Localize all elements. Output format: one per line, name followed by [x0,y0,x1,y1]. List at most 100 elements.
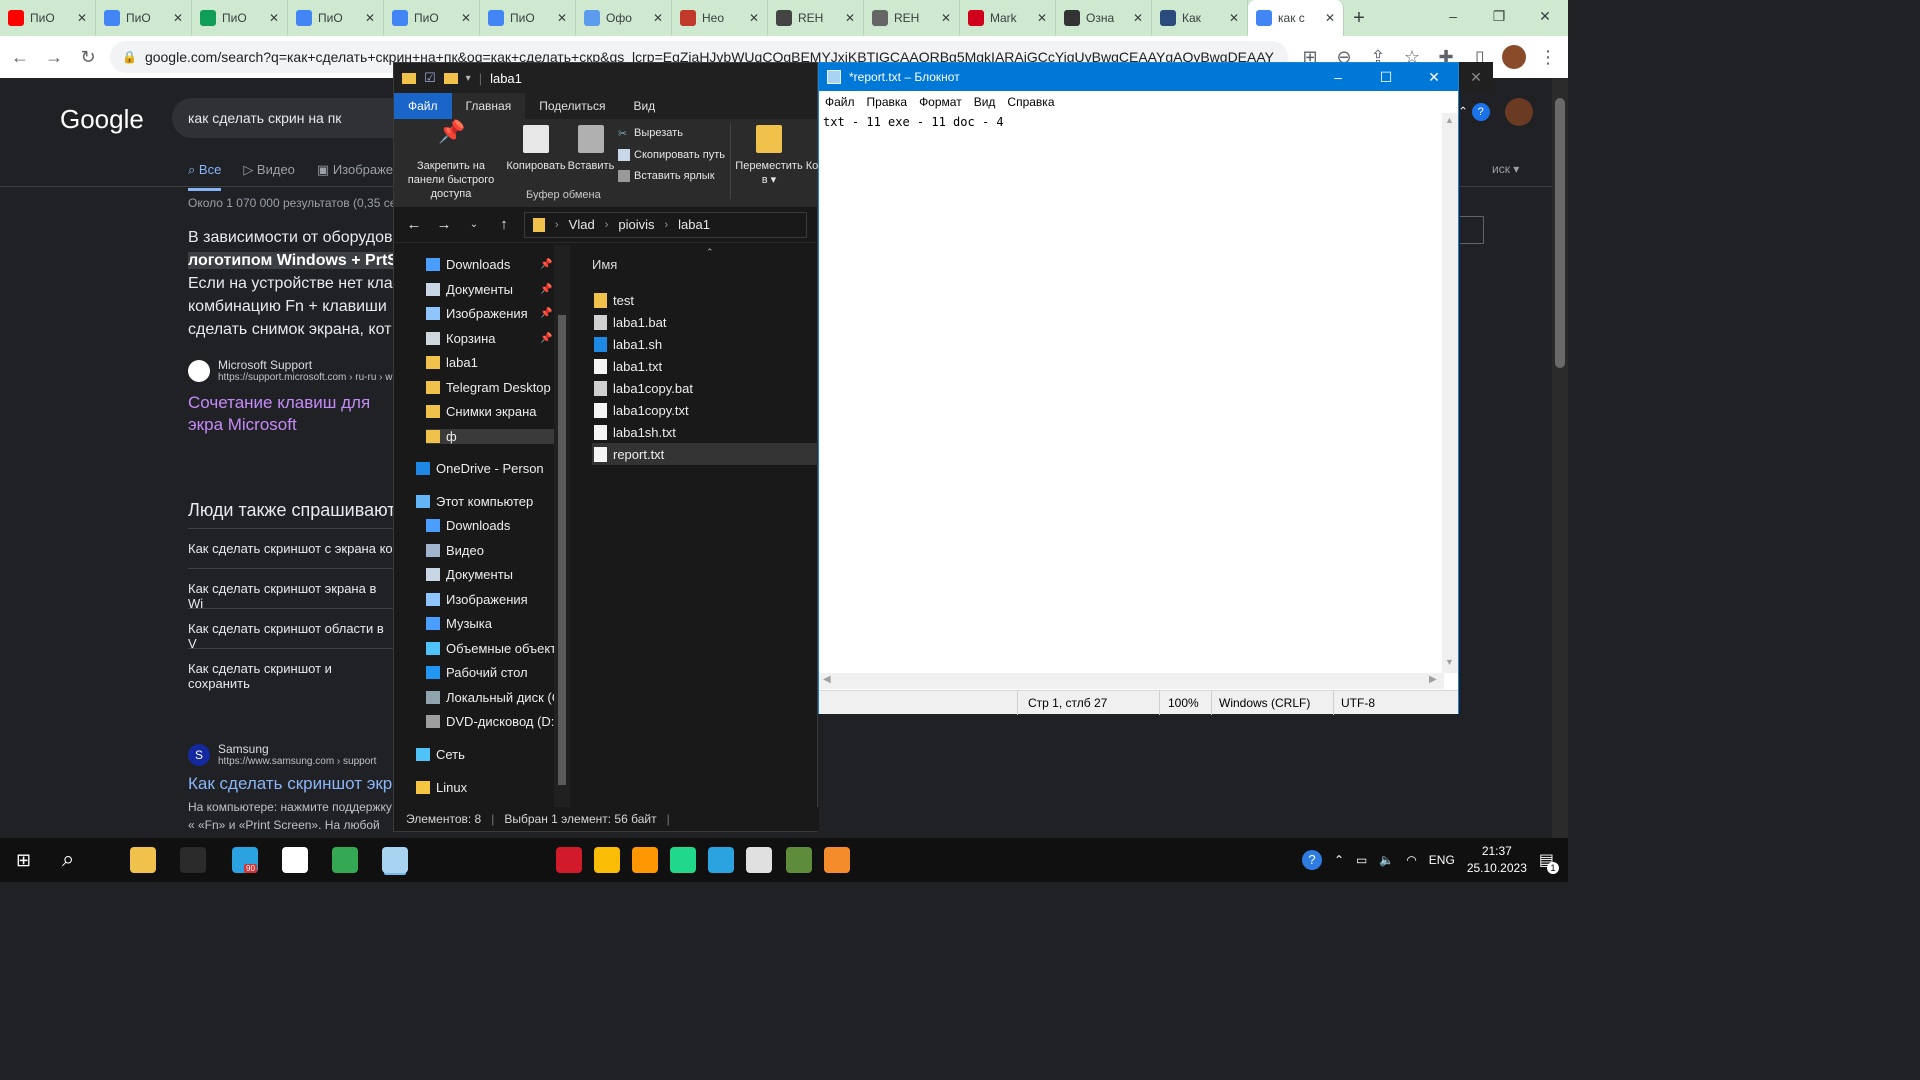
scrollbar-thumb[interactable] [1555,98,1565,368]
cut-button[interactable]: ✂ Вырезать [618,127,683,140]
scroll-right-icon[interactable]: ▶ [1429,674,1437,685]
notification-center-icon[interactable]: ▤ 1 [1539,850,1559,874]
chrome-app-icon[interactable] [332,847,358,873]
google-logo[interactable]: Google [60,104,144,135]
nav-item[interactable]: Изображения [426,306,554,321]
question-item[interactable]: Как сделать скриншот с экрана ко [188,528,394,556]
nav-item[interactable]: Документы [426,567,554,582]
browser-tab[interactable]: Нео ✕ [672,0,768,36]
browser-tab[interactable]: ПиО ✕ [288,0,384,36]
sublime-app-icon[interactable] [632,847,658,873]
terminal-app-icon[interactable] [180,847,206,873]
nav-item[interactable]: Музыка [426,616,554,631]
hollow-knight-app-icon[interactable] [746,847,772,873]
result-link-microsoft[interactable]: Сочетание клавиш для экра Microsoft [188,392,398,436]
windows-start-icon[interactable]: ⊞ [16,850,31,871]
tab-close-icon[interactable]: ✕ [1229,11,1239,25]
tab-share[interactable]: Поделиться [525,93,619,119]
restore-icon[interactable]: ❐ [1476,0,1522,36]
clock[interactable]: 21:37 25.10.2023 [1467,843,1527,877]
file-row[interactable]: laba1.txt [592,355,818,377]
battery-icon[interactable]: ▭ [1356,853,1367,867]
back-icon[interactable]: ← [8,47,32,68]
browser-tab[interactable]: Офо ✕ [576,0,672,36]
nav-item[interactable]: Локальный диск (C [426,690,554,705]
paste-shortcut-button[interactable]: Вставить ярлык [618,170,715,182]
file-row[interactable]: laba1copy.bat [592,377,818,399]
tab-close-icon[interactable]: ✕ [653,11,663,25]
nav-item[interactable]: Корзина [426,331,554,346]
file-row[interactable]: report.txt [592,443,818,465]
volume-icon[interactable]: 🔈 [1379,853,1394,867]
chevron-up-icon[interactable]: ⌃ [1334,853,1344,867]
help-tray-icon[interactable]: ? [1301,850,1322,870]
chrome-app-icon[interactable] [594,847,620,873]
minimize-icon[interactable]: – [1314,63,1362,91]
tab-file[interactable]: Файл [394,93,452,119]
pin-quick-access-button[interactable]: 📌 Закрепить на панели быстрого доступа [398,121,504,201]
nav-item[interactable]: OneDrive - Personal [416,461,544,476]
browser-tab[interactable]: Mark ✕ [960,0,1056,36]
path-segment[interactable]: Vlad [569,217,595,232]
file-row[interactable]: laba1.bat [592,311,818,333]
package-app-icon[interactable] [824,847,850,873]
nav-item[interactable]: Downloads [426,257,554,272]
column-header-name[interactable]: Имя [592,257,617,272]
up-arrow-icon[interactable]: ↑ [494,216,514,233]
browser-tab[interactable]: REH ✕ [768,0,864,36]
tab-close-icon[interactable]: ✕ [749,11,759,25]
nav-item[interactable]: DVD-дисковод (D:) [426,714,554,729]
lock-icon[interactable]: 🔒 [122,50,137,64]
tab-close-icon[interactable]: ✕ [1037,11,1047,25]
file-row[interactable]: laba1.sh [592,333,818,355]
help-icon[interactable]: ? [1471,103,1490,122]
nav-item[interactable]: Видео [426,543,554,558]
github-app-icon[interactable] [282,847,308,873]
minecraft-app-icon[interactable] [786,847,812,873]
nav-item[interactable]: Снимки экрана [426,404,554,419]
menu-edit[interactable]: Правка [867,95,908,109]
nav-item[interactable]: Рабочий стол [426,665,554,680]
reload-icon[interactable]: ↻ [76,47,100,68]
pycharm-app-icon[interactable] [670,847,696,873]
chevron-up-icon[interactable]: ⌃ [1458,104,1468,118]
language-indicator[interactable]: ENG [1429,853,1455,867]
browser-tab[interactable]: ПиО ✕ [192,0,288,36]
file-explorer-app-icon[interactable] [130,847,156,873]
menu-view[interactable]: Вид [974,95,996,109]
menu-kebab-icon[interactable]: ⋮ [1536,47,1560,68]
pinned-icon[interactable]: 📌 [540,259,552,270]
minimize-icon[interactable]: – [1430,0,1476,36]
notepad-text-area[interactable]: txt - 11 exe - 11 doc - 4 [823,115,1004,129]
browser-tab[interactable]: ПиО ✕ [0,0,96,36]
paste-button[interactable]: Вставить [566,125,616,173]
menu-file[interactable]: Файл [825,95,855,109]
scroll-down-icon[interactable]: ▼ [1445,657,1454,667]
nav-item[interactable]: Telegram Desktop [426,380,554,395]
tab-close-icon[interactable]: ✕ [1325,11,1335,25]
scroll-up-icon[interactable]: ▲ [1445,115,1454,125]
browser-tab[interactable]: REH ✕ [864,0,960,36]
source-samsung[interactable]: S Samsung https://www.samsung.com › supp… [188,742,376,767]
forward-icon[interactable]: → [42,47,66,68]
path-segment[interactable]: laba1 [678,217,710,232]
browser-tab[interactable]: ПиО ✕ [96,0,192,36]
page-scrollbar[interactable] [1552,78,1568,838]
telegram-app-icon[interactable] [708,847,734,873]
nav-scrollbar[interactable] [554,245,570,807]
nav-item[interactable]: Объемные объекты [426,641,554,656]
menu-help[interactable]: Справка [1007,95,1054,109]
question-item[interactable]: Как сделать скриншот области в V [188,608,394,651]
close-icon[interactable]: ✕ [1522,0,1568,36]
nav-item[interactable]: ф [426,428,554,444]
nav-item[interactable]: laba1 [426,355,554,370]
nav-item[interactable]: Документы [426,282,554,297]
tools-dropdown[interactable]: иск ▾ [1492,162,1519,176]
tab-home[interactable]: Главная [451,93,526,119]
pinned-icon[interactable]: 📌 [540,333,552,344]
tab-close-icon[interactable]: ✕ [461,11,471,25]
account-avatar[interactable] [1505,98,1534,126]
nav-item[interactable]: Downloads [426,518,554,533]
file-row[interactable]: laba1sh.txt [592,421,818,443]
wifi-icon[interactable]: ◠ [1406,853,1416,867]
